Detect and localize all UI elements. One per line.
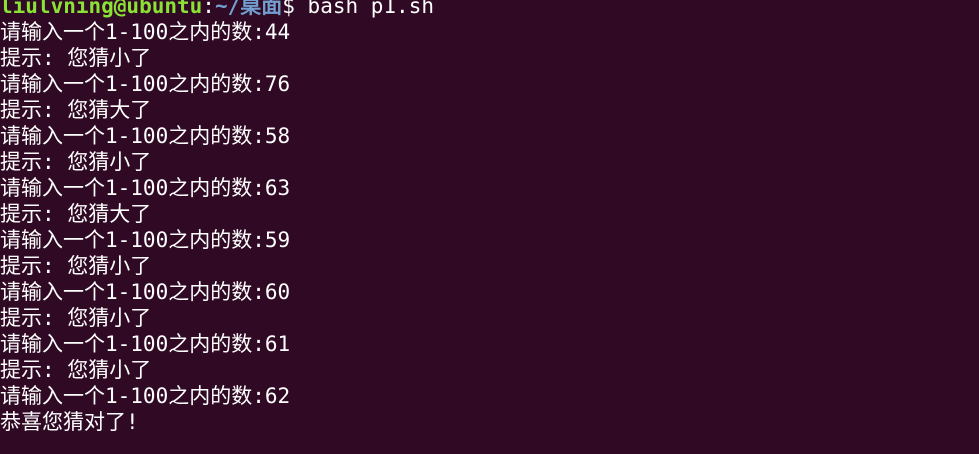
output-line-hint: 提示: 您猜大了 xyxy=(0,98,152,122)
output-line-input-prompt: 请输入一个1-100之内的数:76 xyxy=(0,72,291,96)
output-line-input-prompt: 请输入一个1-100之内的数:61 xyxy=(0,332,291,356)
terminal-window[interactable]: liulvning@ubuntu: ~/桌面 $ bash p1.sh 请输入一个1… xyxy=(0,0,979,454)
prompt-user-host: liulvning@ubuntu xyxy=(0,0,203,18)
prompt-cwd: ~/桌面 xyxy=(214,0,283,18)
output-line-input-prompt: 请输入一个1-100之内的数:60 xyxy=(0,280,291,304)
prompt-symbol: $ xyxy=(282,0,295,18)
output-line-hint: 提示: 您猜小了 xyxy=(0,150,152,174)
output-line-input-prompt: 请输入一个1-100之内的数:58 xyxy=(0,124,291,148)
output-line-hint: 提示: 您猜小了 xyxy=(0,254,152,278)
output-line-hint: 提示: 您猜大了 xyxy=(0,202,152,226)
output-line-input-prompt: 请输入一个1-100之内的数:63 xyxy=(0,176,291,200)
prompt-line: liulvning@ubuntu: ~/桌面 $ bash p1.sh xyxy=(0,0,979,19)
output-line-input-prompt: 请输入一个1-100之内的数:59 xyxy=(0,228,291,252)
terminal-output: liulvning@ubuntu: ~/桌面 $ bash p1.sh 请输入一个1… xyxy=(0,0,979,435)
output-line-hint: 提示: 您猜小了 xyxy=(0,46,152,70)
output-line-input-prompt: 请输入一个1-100之内的数:62 xyxy=(0,384,291,408)
output-line-success: 恭喜您猜对了! xyxy=(0,410,139,434)
command-text: bash p1.sh xyxy=(294,0,434,18)
output-line-hint: 提示: 您猜小了 xyxy=(0,358,152,382)
prompt-separator: : xyxy=(202,0,215,18)
output-line-hint: 提示: 您猜小了 xyxy=(0,306,152,330)
output-line-input-prompt: 请输入一个1-100之内的数:44 xyxy=(0,20,291,44)
